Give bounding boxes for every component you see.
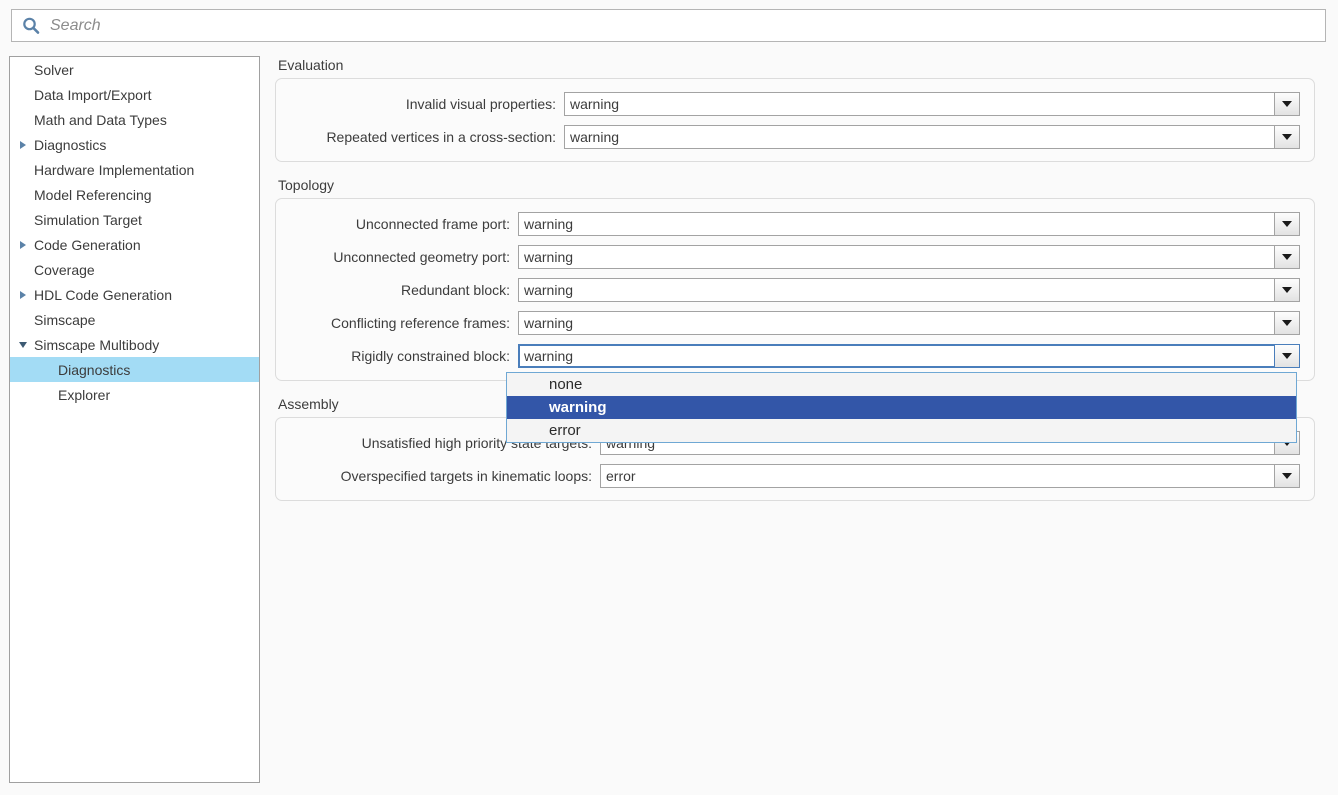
sidebar-item-data-import-export[interactable]: Data Import/Export [10,82,259,107]
field-label: Invalid visual properties: [405,95,556,112]
field-row: Rigidly constrained block: warning [290,339,1300,372]
sidebar-item-label: Model Referencing [34,186,152,203]
sidebar-item-label: Math and Data Types [34,111,167,128]
sidebar-item-label: Code Generation [34,236,141,253]
combobox[interactable]: warning [564,91,1300,116]
sidebar-item-coverage[interactable]: Coverage [10,257,259,282]
chevron-down-icon[interactable] [1274,464,1299,487]
combobox[interactable]: warning [564,124,1300,149]
combobox-value: warning [524,347,574,364]
sidebar-item-label: Diagnostics [58,361,131,378]
group-box-topology: Unconnected frame port: warning Unconnecte… [275,198,1315,381]
sidebar-item-model-referencing[interactable]: Model Referencing [10,182,259,207]
sidebar-item-label: HDL Code Generation [34,286,173,303]
sidebar-item-simscape[interactable]: Simscape [10,307,259,332]
section-evaluation: Evaluation Invalid visual properties: war… [275,56,1320,162]
settings-tree[interactable]: Solver Data Import/Export Math and Data Ty… [9,56,260,783]
sidebar-item-simscape-multibody[interactable]: Simscape Multibody [10,332,259,357]
group-box-evaluation: Invalid visual properties: warning Repeate… [275,78,1315,162]
combobox-value: warning [524,215,574,232]
sidebar-item-label: Simscape Multibody [34,336,160,353]
chevron-down-icon[interactable] [1274,245,1299,268]
combobox-value: warning [570,95,620,112]
field-label: Unconnected frame port: [355,215,510,232]
chevron-right-icon[interactable] [14,282,32,307]
field-row: Overspecified targets in kinematic loops… [290,459,1300,492]
sidebar-item-label: Hardware Implementation [34,161,195,178]
search-icon [18,13,44,39]
field-row: Redundant block: warning [290,273,1300,306]
sidebar-item-label: Diagnostics [34,136,107,153]
sidebar-item-explorer[interactable]: Explorer [10,382,259,407]
search-input[interactable] [44,10,1325,41]
section-topology: Topology Unconnected frame port: warning U… [275,176,1320,381]
section-title-evaluation: Evaluation [278,57,344,73]
sidebar-item-diagnostics[interactable]: Diagnostics [10,357,259,382]
combobox-value: warning [524,281,574,298]
field-row: Unconnected geometry port: warning [290,240,1300,273]
field-label: Repeated vertices in a cross-section: [326,128,556,145]
dropdown-list[interactable]: none warning error [506,372,1297,443]
search-bar[interactable] [11,9,1326,42]
sidebar-item-solver[interactable]: Solver [10,57,259,82]
combobox[interactable]: error [600,463,1300,488]
dropdown-option[interactable]: none [507,373,1296,396]
sidebar-item-diagnostics[interactable]: Diagnostics [10,132,259,157]
field-row: Repeated vertices in a cross-section: war… [290,120,1300,153]
combobox-value: warning [524,248,574,265]
field-label: Redundant block: [401,281,510,298]
chevron-down-icon[interactable] [1274,212,1299,235]
sidebar-item-hardware-implementation[interactable]: Hardware Implementation [10,157,259,182]
sidebar-item-hdl-code-generation[interactable]: HDL Code Generation [10,282,259,307]
sidebar-item-math-and-data-types[interactable]: Math and Data Types [10,107,259,132]
chevron-down-icon[interactable] [1274,344,1299,367]
chevron-down-icon[interactable] [14,332,32,357]
combobox[interactable]: warning [518,211,1300,236]
field-label: Rigidly constrained block: [351,347,510,364]
chevron-down-icon[interactable] [1274,125,1299,148]
field-label: Conflicting reference frames: [331,314,510,331]
sidebar-item-code-generation[interactable]: Code Generation [10,232,259,257]
sidebar-item-label: Coverage [34,261,95,278]
field-label: Overspecified targets in kinematic loops… [340,467,592,484]
sidebar-item-simulation-target[interactable]: Simulation Target [10,207,259,232]
sidebar-item-label: Solver [34,61,74,78]
combobox-value: warning [570,128,620,145]
combobox[interactable]: warning [518,244,1300,269]
field-row: Invalid visual properties: warning [290,87,1300,120]
field-label: Unconnected geometry port: [333,248,510,265]
combobox[interactable]: warning [518,343,1300,368]
chevron-down-icon[interactable] [1274,92,1299,115]
combobox[interactable]: warning [518,277,1300,302]
combobox[interactable]: warning [518,310,1300,335]
chevron-right-icon[interactable] [14,132,32,157]
dropdown-option[interactable]: warning [507,396,1296,419]
sidebar-item-label: Simulation Target [34,211,142,228]
chevron-down-icon[interactable] [1274,311,1299,334]
combobox-value: warning [524,314,574,331]
sidebar-item-label: Explorer [58,386,111,403]
sidebar-item-label: Data Import/Export [34,86,152,103]
combobox-value: error [606,467,636,484]
chevron-down-icon[interactable] [1274,278,1299,301]
chevron-right-icon[interactable] [14,232,32,257]
field-row: Unconnected frame port: warning [290,207,1300,240]
sidebar-item-label: Simscape [34,311,96,328]
field-row: Conflicting reference frames: warning [290,306,1300,339]
section-title-topology: Topology [278,177,335,193]
dropdown-option[interactable]: error [507,419,1296,442]
